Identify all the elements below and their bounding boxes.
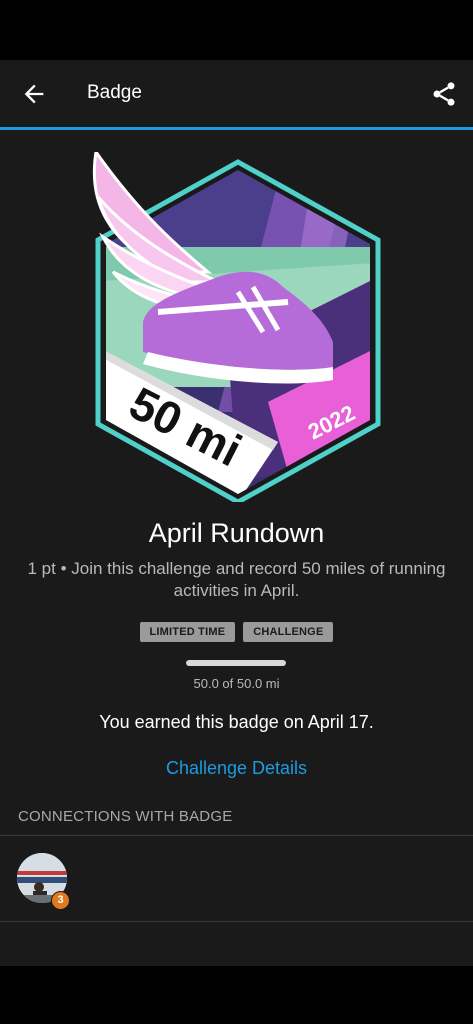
challenge-details-link[interactable]: Challenge Details	[0, 758, 473, 779]
navigation-bar	[0, 966, 473, 1024]
tag-limited-time: LIMITED TIME	[139, 622, 236, 642]
progress-fill	[186, 660, 286, 666]
avatar-count-badge: 3	[51, 891, 70, 910]
progress-text: 50.0 of 50.0 mi	[193, 676, 280, 691]
connections-header: CONNECTIONS WITH BADGE	[18, 808, 233, 825]
tag-challenge: CHALLENGE	[243, 622, 334, 642]
badge-name: April Rundown	[148, 518, 325, 548]
badge-tags: LIMITED TIME CHALLENGE	[0, 622, 473, 642]
badge-image: 2022 50 mi	[92, 152, 381, 502]
page-title: Badge	[87, 82, 142, 103]
app-bar: Badge	[0, 60, 473, 127]
section-divider-bottom	[0, 921, 473, 922]
badge-detail: 2022 50 mi April Rundown 1 pt • Join thi…	[0, 130, 473, 966]
badge-description: 1 pt • Join this challenge and record 50…	[27, 559, 446, 600]
progress-bar	[186, 660, 286, 666]
arrow-left-icon[interactable]	[20, 80, 48, 108]
status-bar	[0, 0, 473, 60]
connection-row: 3	[0, 835, 473, 921]
earned-date-text: You earned this badge on April 17.	[99, 712, 374, 732]
share-icon[interactable]	[430, 80, 458, 108]
